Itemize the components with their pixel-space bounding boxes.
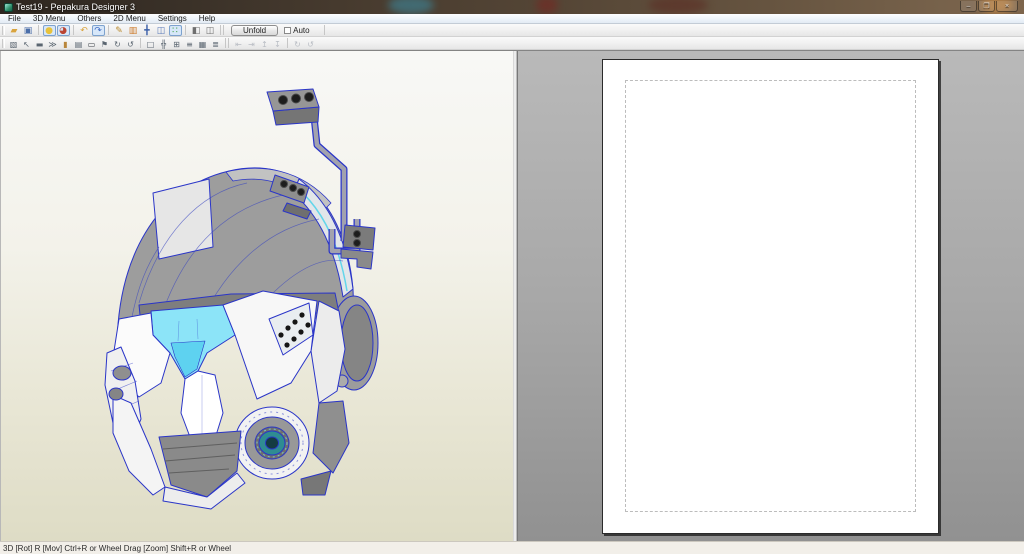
menu-settings[interactable]: Settings: [152, 14, 193, 24]
toolbar-separator: [73, 25, 74, 35]
rotate-part-ccw-icon: ↺: [307, 39, 314, 49]
menu-2d-menu[interactable]: 2D Menu: [107, 14, 151, 24]
display-mode-icon[interactable]: ▬: [34, 38, 46, 49]
vertex-select-icon[interactable]: ∷: [168, 24, 182, 36]
status-text: 3D [Rot] R [Mov] Ctrl+R or Wheel Drag [Z…: [3, 543, 232, 553]
pepakura-designer-window: Test19 - Pepakura Designer 3 – ❐ × File 3D …: [0, 0, 1024, 554]
texture-box-icon[interactable]: ▥: [127, 25, 140, 36]
close-button[interactable]: ×: [996, 1, 1018, 12]
view-2d-pane[interactable]: [517, 51, 1024, 541]
pattern-view-icon[interactable]: ▭: [86, 38, 98, 49]
minimize-button[interactable]: –: [960, 1, 977, 12]
window-title: Test19 - Pepakura Designer 3: [16, 2, 136, 12]
view-rotate-icon[interactable]: ↷: [91, 24, 105, 36]
print-range-icon[interactable]: ≣: [210, 38, 222, 49]
toolbar-separator: [38, 25, 39, 35]
edit-pencil-icon[interactable]: ✎: [113, 25, 126, 36]
rotate-cw-icon[interactable]: ↻: [112, 38, 124, 49]
save-file-icon[interactable]: ▣: [22, 25, 35, 36]
auto-checkbox[interactable]: [284, 26, 292, 34]
toolbar-separator: [108, 25, 109, 35]
toolbar-separator: [220, 25, 224, 35]
grid-layout-icon[interactable]: ▦: [197, 38, 209, 49]
menu-file[interactable]: File: [2, 14, 27, 24]
light-render-icon[interactable]: ●: [42, 24, 56, 36]
align-left-icon: ⇤: [235, 39, 242, 49]
part-order-icon[interactable]: ≡: [184, 38, 196, 49]
layout-both-panes-icon[interactable]: ◫: [204, 25, 217, 36]
move-model-icon[interactable]: ╋: [141, 25, 154, 36]
status-bar: 3D [Rot] R [Mov] Ctrl+R or Wheel Drag [Z…: [0, 541, 1024, 554]
align-top-icon: ↥: [261, 39, 268, 49]
titlebar[interactable]: Test19 - Pepakura Designer 3 – ❐ ×: [0, 0, 1024, 14]
toolbar-separator: [287, 38, 288, 48]
align-right-icon: ⇥: [248, 39, 255, 49]
align-bottom-icon: ↧: [274, 39, 281, 49]
desktop-glass-blob: [388, 0, 434, 14]
pages-setup-icon[interactable]: ▤: [73, 38, 85, 49]
unfold-button[interactable]: Unfold: [231, 24, 279, 36]
helmet-3d-model[interactable]: [1, 51, 513, 541]
menu-3d-menu[interactable]: 3D Menu: [27, 14, 71, 24]
edit-toolbar-icons: ▧ ↖ ▬ ≫ ▮ ▤ ▭ ⚑ ↻ ↺ □ ╬ ⊞ ≡ ▦ ≣ ⇤ ⇥ ↥ ↧ ↻ ↺: [7, 38, 317, 49]
auto-unfold-option: Auto: [284, 25, 310, 35]
toolbar-separator: [323, 25, 325, 35]
main-toolbar-icons: ▰ ▣ ● ◕ ↶ ↷ ✎ ▥ ╋ ◫ ∷ ◧ ◫: [7, 24, 217, 36]
view-3d-pane[interactable]: [0, 51, 513, 541]
workspace: [0, 50, 1024, 541]
app-icon: [4, 2, 13, 12]
desktop-glass-blob: [648, 0, 708, 14]
edit-toolbar: ▧ ↖ ▬ ≫ ▮ ▤ ▭ ⚑ ↻ ↺ □ ╬ ⊞ ≡ ▦ ≣ ⇤ ⇥ ↥ ↧ ↻ ↺: [0, 37, 1024, 50]
scale-factor-icon[interactable]: ≫: [47, 38, 59, 49]
main-toolbar: ▰ ▣ ● ◕ ↶ ↷ ✎ ▥ ╋ ◫ ∷ ◧ ◫ Unfold Auto: [0, 24, 1024, 37]
menu-others[interactable]: Others: [71, 14, 107, 24]
menu-help[interactable]: Help: [193, 14, 221, 24]
pick-tool-icon[interactable]: ↖: [21, 38, 33, 49]
toolbar-separator: [225, 38, 229, 48]
toolbar-separator: [140, 38, 141, 48]
menu-bar: File 3D Menu Others 2D Menu Settings Help: [0, 14, 1024, 24]
flag-marker-icon[interactable]: ⚑: [99, 38, 111, 49]
page-sheet[interactable]: [602, 59, 939, 534]
open-file-icon[interactable]: ▰: [8, 25, 21, 36]
check-repair-icon[interactable]: ▧: [8, 38, 20, 49]
toolbar-grip[interactable]: [2, 38, 5, 48]
toolbar-grip[interactable]: [2, 25, 5, 35]
join-face-icon[interactable]: ⊞: [171, 38, 183, 49]
window-view-icon[interactable]: ◫: [155, 25, 168, 36]
texture-sphere-icon[interactable]: ◕: [56, 24, 70, 36]
toolbar-separator: [185, 25, 186, 35]
desktop-glass-blob: [536, 0, 558, 14]
rotate-ccw-icon[interactable]: ↺: [125, 38, 137, 49]
view-reset-icon[interactable]: ↶: [78, 25, 91, 36]
window-controls: – ❐ ×: [960, 1, 1018, 12]
page-margin-guide: [625, 80, 916, 512]
maximize-button[interactable]: ❐: [978, 1, 995, 12]
auto-checkbox-label: Auto: [293, 25, 310, 35]
material-icon[interactable]: ▮: [60, 38, 72, 49]
rotate-part-cw-icon: ↻: [294, 39, 301, 49]
layout-3d-pane-icon[interactable]: ◧: [190, 25, 203, 36]
divide-face-icon[interactable]: ╬: [158, 38, 170, 49]
area-select-icon[interactable]: □: [145, 38, 157, 49]
